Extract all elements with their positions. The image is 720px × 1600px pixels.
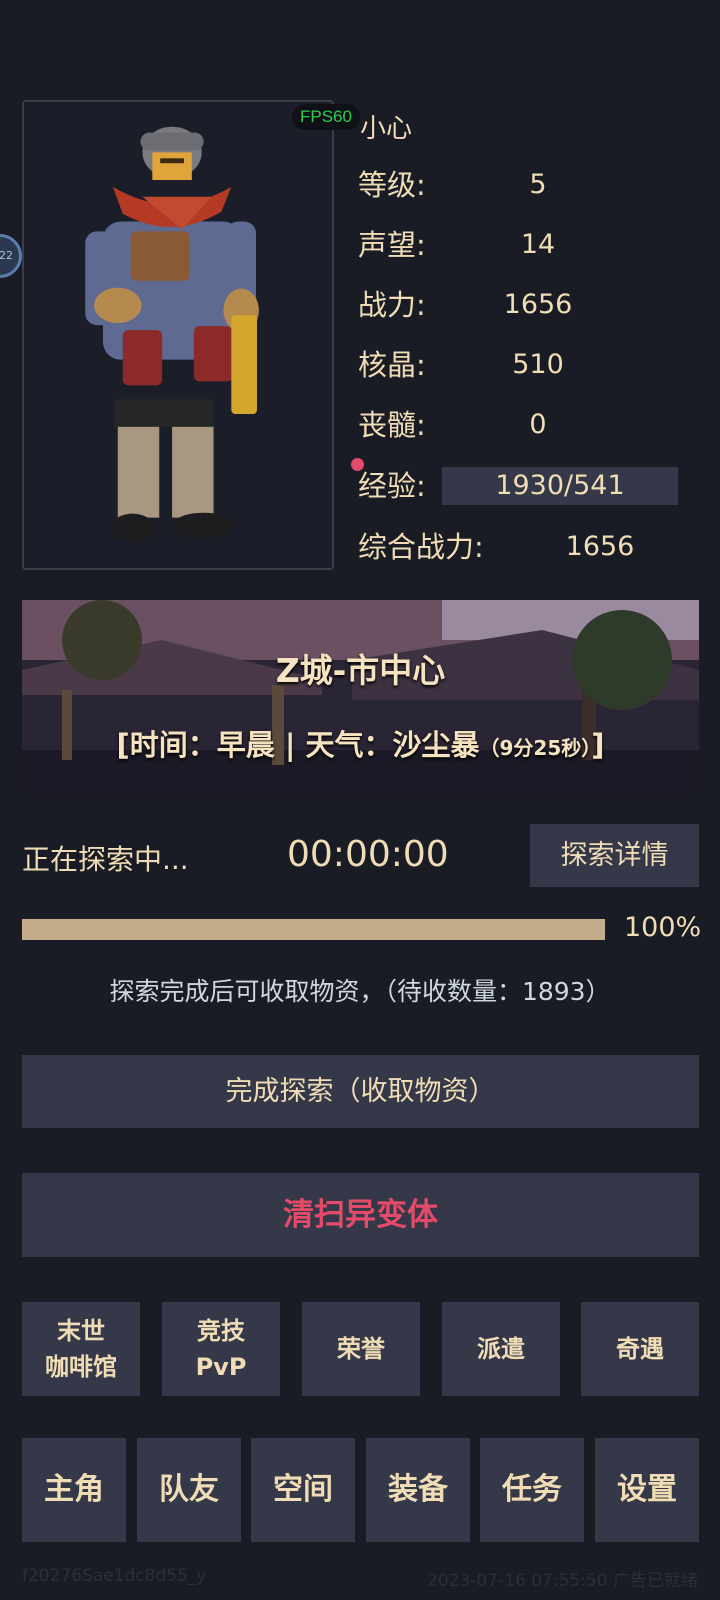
finish-explore-button[interactable]: 完成探索（收取物资） [22,1055,699,1128]
stat-power: 战力: 1656 [358,283,688,327]
feature-label-line1: 末世 [57,1317,105,1345]
footer-id: f20276Sae1dc8d55_y [22,1566,207,1586]
feature-cafe-button[interactable]: 末世 咖啡馆 [22,1302,140,1396]
nav-space[interactable]: 空间 [251,1438,355,1542]
clear-mutants-button[interactable]: 清扫异变体 [22,1173,699,1257]
time-weather-info: [时间：早晨 | 天气：沙尘暴（9分25秒）] [22,722,699,764]
stat-marrow: 丧髓: 0 [358,403,688,447]
explore-progress-label: 100% [624,912,702,943]
stat-core-crystal: 核晶: 510 [358,343,688,387]
combined-power-label: 综合战力: [358,530,484,564]
location-title: Z城-市中心 [275,651,446,690]
feature-label-line1: 派遣 [477,1335,525,1363]
nav-teammates[interactable]: 队友 [137,1438,241,1542]
time-weather-text: [时间：早晨 | 天气：沙尘暴 [116,728,480,762]
nav-equipment[interactable]: 装备 [366,1438,470,1542]
explore-timer: 00:00:00 [287,834,449,875]
stat-label: 丧髓: [358,408,426,442]
feature-pvp-button[interactable]: 竞技 PvP [162,1302,280,1396]
collect-info-text: 探索完成后可收取物资，（待收数量：1893） [109,977,611,1006]
feature-label-line1: 荣誉 [337,1335,385,1363]
feature-label-line2: 咖啡馆 [45,1353,117,1381]
nav-protagonist[interactable]: 主角 [22,1438,126,1542]
location-background [22,600,699,796]
location-banner: Z城-市中心 [时间：早晨 | 天气：沙尘暴（9分25秒）] [22,600,699,796]
stat-label: 等级: [358,168,426,202]
experience-value: 1930/541 [442,467,678,505]
feature-dispatch-button[interactable]: 派遣 [442,1302,560,1396]
player-name: 小心 [360,114,413,144]
explore-progress-fill [22,919,605,940]
explore-progress-bar [22,919,605,940]
explore-status: 正在探索中... [22,843,189,876]
weather-remaining-time: （9分25秒） [479,736,592,760]
stat-value: 510 [512,349,564,380]
nav-tasks[interactable]: 任务 [480,1438,584,1542]
fps-counter: FPS60 [292,104,360,130]
stat-value: 5 [529,169,547,200]
stat-label: 核晶: [358,348,426,382]
feature-label-line1: 竞技 [197,1317,245,1345]
stat-value: 14 [520,229,556,260]
stat-label: 经验: [358,469,426,503]
stat-value: 1656 [503,289,573,320]
app-screen: FPS60 22 小心 等级: 5 声望: 14 战力: 1656 核晶: 51… [0,0,720,1600]
combined-power-value: 1656 [565,531,635,562]
feature-label-line1: 奇遇 [616,1335,664,1363]
stat-reputation: 声望: 14 [358,223,688,267]
feature-encounter-button[interactable]: 奇遇 [581,1302,699,1396]
stat-label: 声望: [358,228,426,262]
stat-level: 等级: 5 [358,163,688,207]
stat-value: 0 [529,409,547,440]
feature-label-line2: PvP [195,1353,247,1381]
footer-status: 2023-07-16 07:55:50 广告已就绪 [427,1571,698,1591]
feature-honor-button[interactable]: 荣誉 [302,1302,420,1396]
time-weather-suffix: ] [591,728,605,762]
character-illustration [24,103,332,567]
nav-settings[interactable]: 设置 [595,1438,699,1542]
floating-bubble[interactable]: 22 [0,234,22,278]
explore-detail-button[interactable]: 探索详情 [530,824,699,887]
character-portrait[interactable] [22,100,334,570]
stat-label: 战力: [358,288,426,322]
